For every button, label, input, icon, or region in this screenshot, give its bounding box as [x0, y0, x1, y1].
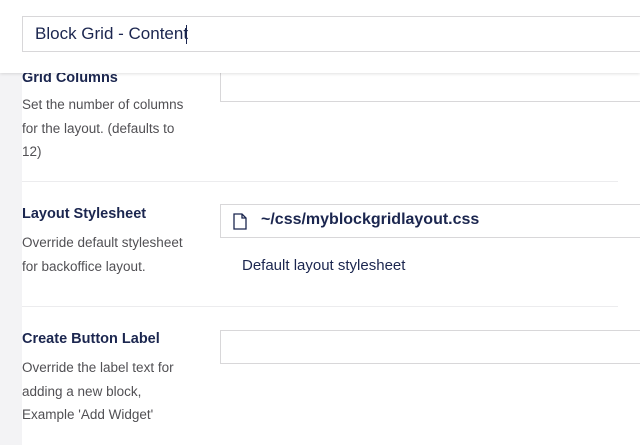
layout-stylesheet-description: Override default stylesheet for backoffi… [22, 235, 183, 274]
document-icon [233, 213, 247, 230]
create-button-label-input[interactable] [220, 330, 640, 364]
divider [22, 181, 618, 182]
stylesheet-file-path: ~/css/myblockgridlayout.css [261, 211, 480, 228]
name-input[interactable] [22, 16, 640, 52]
divider [22, 306, 618, 307]
grid-columns-input[interactable] [220, 68, 640, 102]
grid-columns-description: Set the number of columns for the layout… [22, 97, 184, 159]
stylesheet-file-caption: Default layout stylesheet [242, 257, 406, 274]
layout-stylesheet-label: Layout Stylesheet [22, 206, 147, 222]
text-caret [186, 25, 187, 44]
create-button-label-label: Create Button Label [22, 331, 160, 347]
editor-header [0, 0, 640, 73]
create-button-label-description: Override the label text for adding a new… [22, 360, 174, 422]
stylesheet-file-picker[interactable]: ~/css/myblockgridlayout.css [220, 204, 640, 238]
